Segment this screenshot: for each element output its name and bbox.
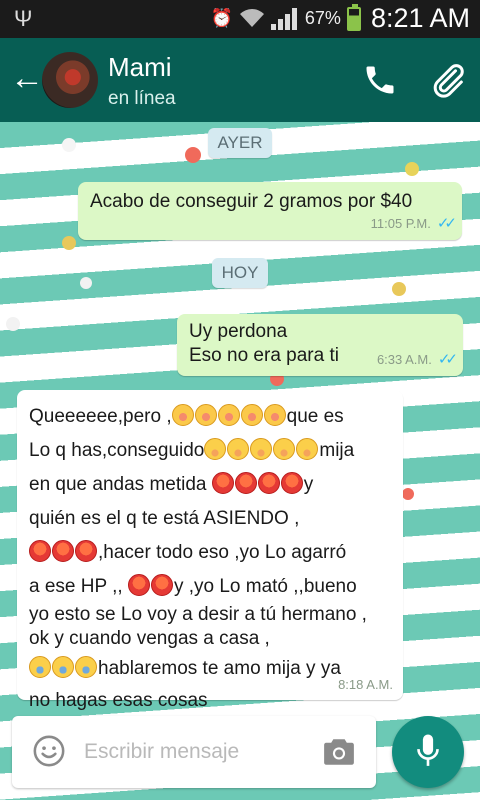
angry-face-emoji: [75, 540, 97, 562]
alarm-icon: ⏰: [210, 8, 233, 28]
message-text: ,hacer todo eso ,yo Lo agarró: [98, 542, 347, 563]
phone-icon[interactable]: [362, 62, 398, 98]
flushed-face-emoji: [194, 404, 217, 426]
message-text: no hagas esas cosas: [29, 690, 208, 711]
message-text: ok y cuando vengas a casa ,: [29, 628, 270, 649]
message-time: 8:18 A.M.: [338, 677, 393, 692]
message-text: quién es el q te está ASIENDO ,: [29, 508, 300, 529]
angry-face-emoji: [127, 574, 150, 596]
day-chip-yesterday: AYER: [208, 128, 272, 158]
angry-face-emoji: [234, 472, 257, 494]
message-text: hablaremos te amo mija y ya: [98, 658, 341, 679]
message-text: mija: [319, 440, 355, 461]
message-text: Acabo de conseguir 2 gramos por $40: [90, 191, 413, 212]
angry-face-emoji: [52, 540, 74, 562]
message-line: ok y cuando vengas a casa ,: [29, 626, 399, 652]
message-line: Lo q has,conseguido mija: [29, 434, 399, 468]
message-time: 6:33 A.M.: [376, 351, 432, 367]
message-line: en que andas metida y: [29, 468, 399, 502]
contact-name[interactable]: Mami: [108, 52, 172, 83]
message-text: Queeeeee,pero ,: [29, 406, 172, 427]
microphone-button[interactable]: [392, 716, 464, 788]
message-line: Queeeeee,pero , que es: [29, 400, 399, 434]
message-line: quién es el q te está ASIENDO ,: [29, 502, 399, 536]
smiley-icon[interactable]: [32, 734, 66, 768]
avatar[interactable]: [42, 52, 98, 108]
message-input[interactable]: [84, 736, 304, 768]
angry-face-emoji: [280, 472, 303, 494]
status-icons: ⏰ 67% 8:21 AM: [210, 3, 470, 34]
message-bubble-incoming[interactable]: Queeeeee,pero , que es Lo q has,conseguid…: [17, 390, 403, 711]
battery-percent: 67%: [304, 8, 341, 28]
unamused-face-emoji: [227, 438, 250, 460]
message-meta: 11:05 P.M. ✓✓: [370, 214, 457, 232]
crying-face-emoji: [29, 656, 51, 678]
message-text: en que andas metida: [29, 474, 212, 495]
message-composer: [12, 716, 376, 788]
flushed-face-emoji: [217, 404, 240, 426]
back-arrow-icon[interactable]: ←: [10, 61, 44, 98]
message-bubble-outgoing[interactable]: Acabo de conseguir 2 gramos por $40 11:0…: [78, 182, 462, 240]
wifi-icon: [239, 8, 264, 27]
message-meta: 8:18 A.M.: [338, 677, 393, 692]
battery-icon: [346, 3, 361, 31]
angry-face-emoji: [257, 472, 280, 494]
message-bubble-outgoing[interactable]: Uy perdona Eso no era para ti 6:33 A.M. …: [177, 314, 463, 376]
message-line: yo esto se Lo voy a desir a tú hermano ,: [29, 604, 399, 626]
crying-face-emoji: [52, 656, 74, 678]
unamused-face-emoji: [296, 438, 319, 460]
unamused-face-emoji: [250, 438, 273, 460]
angry-face-emoji: [29, 540, 51, 562]
read-ticks-icon: ✓✓: [437, 351, 458, 368]
flushed-face-emoji: [263, 404, 286, 426]
flushed-face-emoji: [171, 404, 194, 426]
message-text: y: [303, 474, 314, 495]
paperclip-icon[interactable]: [428, 60, 468, 100]
chat-header: ← Mami en línea: [0, 38, 480, 122]
message-line: a ese HP ,, y ,yo Lo mató ,,bueno: [29, 570, 399, 604]
message-text: Lo q has,conseguido: [29, 440, 205, 461]
message-text: Eso no era para ti: [189, 345, 339, 366]
message-line: ,hacer todo eso ,yo Lo agarró: [29, 536, 399, 570]
signal-icon: [270, 7, 299, 30]
message-text: yo esto se Lo voy a desir a tú hermano ,: [29, 604, 367, 625]
day-chip-today: HOY: [212, 258, 268, 288]
usb-icon: Ψ: [14, 6, 33, 31]
angry-face-emoji: [211, 472, 234, 494]
message-text: y ,yo Lo mató ,,bueno: [173, 576, 357, 597]
message-meta: 6:33 A.M. ✓✓: [376, 350, 458, 368]
unamused-face-emoji: [204, 438, 227, 460]
message-body: Queeeeee,pero , que es Lo q has,conseguid…: [29, 400, 399, 716]
chat-area[interactable]: AYER Acabo de conseguir 2 gramos por $40…: [0, 122, 480, 800]
microphone-icon: [417, 734, 439, 766]
camera-icon[interactable]: [322, 736, 356, 768]
crying-face-emoji: [75, 656, 97, 678]
read-ticks-icon: ✓✓: [436, 215, 457, 232]
message-text: a ese HP ,,: [29, 576, 128, 597]
message-text: que es: [286, 406, 344, 427]
clock: 8:21 AM: [370, 3, 470, 33]
angry-face-emoji: [150, 574, 173, 596]
unamused-face-emoji: [273, 438, 296, 460]
contact-status: en línea: [108, 88, 176, 109]
message-text: Uy perdona: [189, 321, 288, 342]
flushed-face-emoji: [240, 404, 263, 426]
status-bar: Ψ ⏰ 67% 8:21 AM: [0, 0, 480, 38]
message-time: 11:05 P.M.: [370, 215, 431, 231]
